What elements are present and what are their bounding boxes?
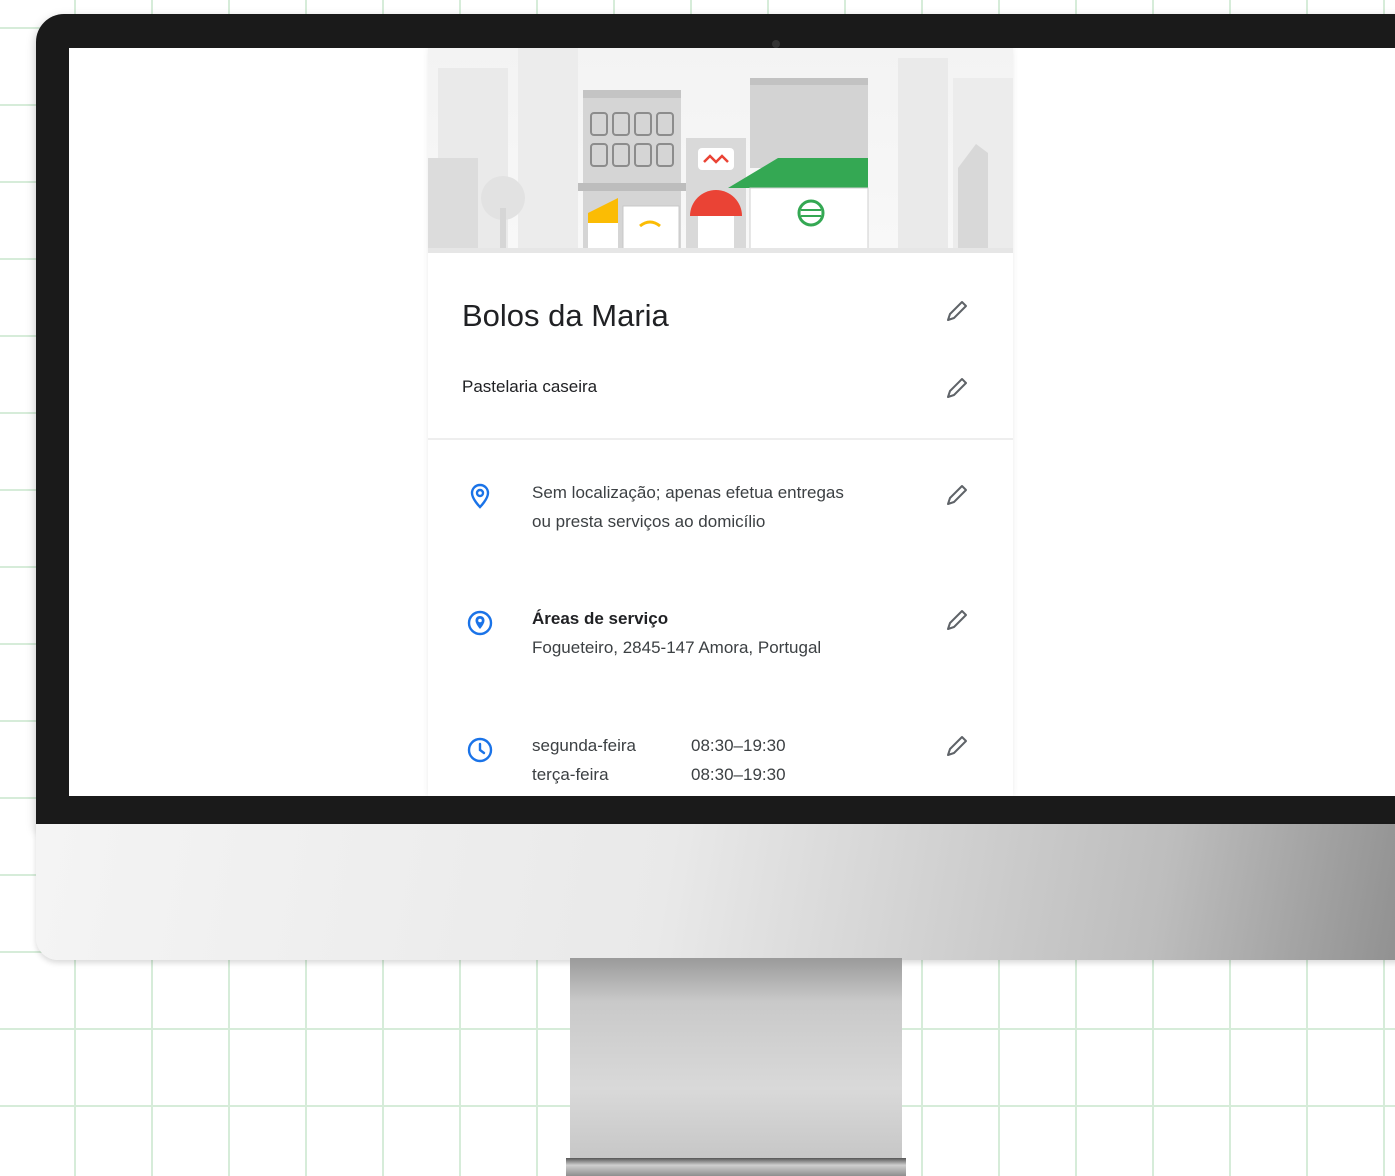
location-pin-icon [470, 483, 490, 509]
hours-time-1: 08:30–19:30 [691, 736, 786, 755]
hours-time-2: 08:30–19:30 [691, 765, 786, 784]
hours-day-2: terça-feira [532, 765, 609, 784]
location-text-line2: ou presta serviços ao domicílio [532, 512, 766, 531]
pencil-icon [947, 610, 967, 630]
storefront-illustration-svg [428, 48, 1013, 253]
edit-location-button[interactable] [942, 480, 972, 510]
camera [772, 40, 780, 48]
service-area-pin-icon [467, 610, 493, 636]
service-area-value: Fogueteiro, 2845-147 Amora, Portugal [532, 638, 822, 657]
location-text-line1: Sem localização; apenas efetua entregas [532, 483, 844, 502]
monitor-stand-foot [566, 1158, 906, 1176]
monitor-stand [570, 958, 902, 1176]
business-name: Bolos da Maria [462, 298, 669, 333]
business-category: Pastelaria caseira [462, 377, 598, 396]
edit-hours-button[interactable] [942, 731, 972, 761]
pencil-icon [947, 301, 967, 321]
pencil-icon [947, 736, 967, 756]
monitor-screen: Bolos da Maria Pastelaria caseira Sem lo… [69, 48, 1395, 796]
edit-name-button[interactable] [942, 296, 972, 326]
edit-category-button[interactable] [942, 373, 972, 403]
pencil-icon [947, 485, 967, 505]
monitor-chin [36, 824, 1395, 960]
edit-service-area-button[interactable] [942, 605, 972, 635]
clock-icon [467, 737, 493, 763]
section-divider [428, 438, 1013, 440]
hours-day-1: segunda-feira [532, 736, 636, 755]
business-profile-card: Bolos da Maria Pastelaria caseira Sem lo… [428, 48, 1013, 796]
service-area-text: Áreas de serviço Fogueteiro, 2845-147 Am… [532, 604, 821, 662]
location-text: Sem localização; apenas efetua entregas … [532, 478, 844, 536]
pencil-icon [947, 378, 967, 398]
storefront-illustration [428, 48, 1013, 253]
service-area-title: Áreas de serviço [532, 609, 669, 628]
